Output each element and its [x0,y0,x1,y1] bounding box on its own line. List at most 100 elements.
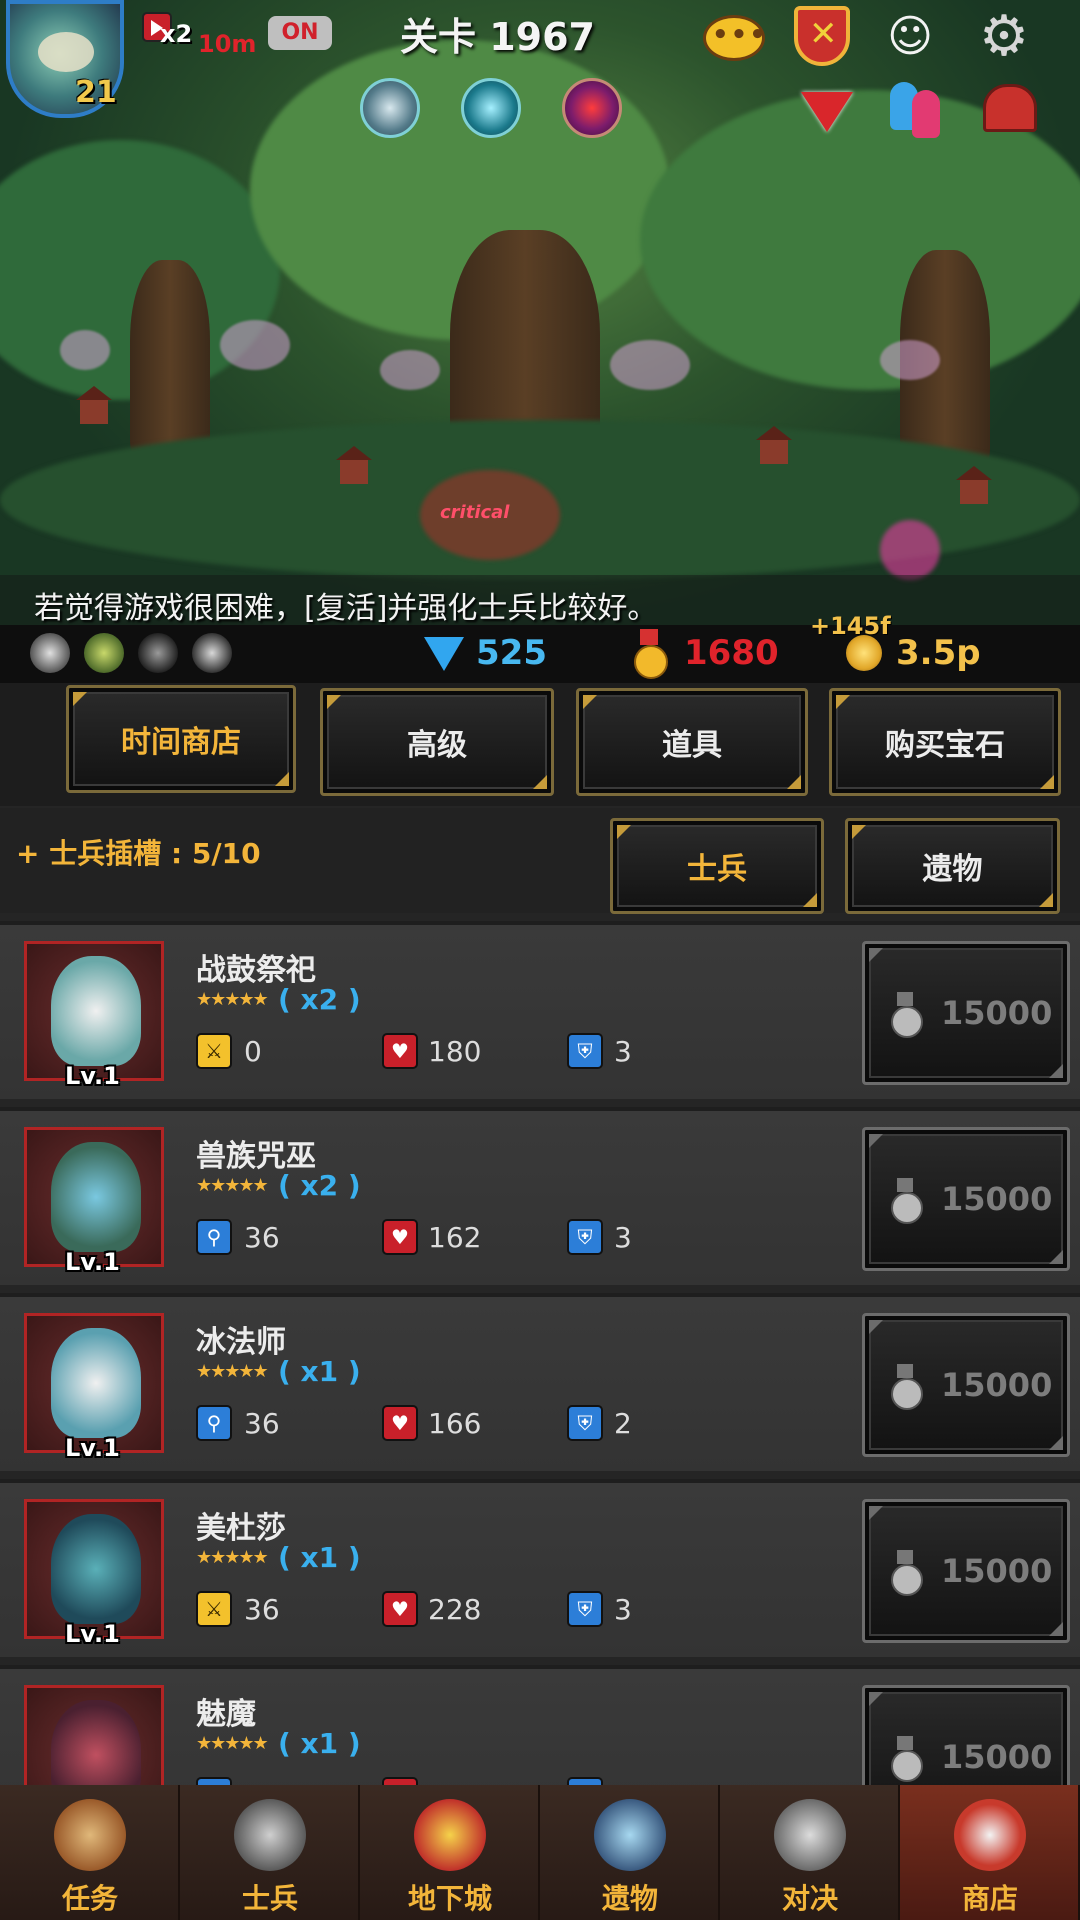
mailbox-icon[interactable] [978,76,1042,140]
heart-icon: ♥ [382,1777,418,1785]
medal-icon [889,1550,923,1596]
sword-attack-icon: ⚔ [196,1033,232,1069]
party-hero-icon[interactable] [138,633,178,673]
unit-price: 15000 [941,1180,1053,1218]
buy-unit-button[interactable]: 15000 [862,1313,1070,1457]
buy-unit-button[interactable]: 15000 [862,1127,1070,1271]
unit-price: 15000 [941,1738,1053,1776]
unit-price: 15000 [941,1366,1053,1404]
unit-multiplier: ( x2 ) [278,1169,361,1202]
buff-icon-tower[interactable] [360,78,420,138]
tab-soldier[interactable]: 士兵 [610,818,824,914]
unit-avatar[interactable]: Lv.1 [24,941,164,1090]
unit-defense: 3 [614,1035,632,1068]
medal-count: 1680 [684,633,779,673]
nav-label: 地下城 [407,1882,492,1915]
tab-relic[interactable]: 遗物 [845,818,1060,914]
unit-level: Lv.1 [65,1062,120,1090]
tab-items[interactable]: 道具 [576,688,808,796]
tab-buy-gems[interactable]: 购买宝石 [829,688,1061,796]
unit-multiplier: ( x1 ) [278,1727,361,1760]
party-hero-icon[interactable] [30,633,70,673]
unit-price: 15000 [941,1552,1053,1590]
shield-icon: ⛨ [567,1591,603,1627]
heart-icon: ♥ [382,1219,418,1255]
gear-icon[interactable]: ⚙ [972,4,1036,69]
medal-icon [632,629,668,679]
unit-attack: 0 [244,1035,262,1068]
unit-level: Lv.1 [65,1620,120,1648]
angel-icon[interactable]: ☺ [878,4,942,68]
heart-icon: ♥ [382,1591,418,1627]
friends-icon[interactable] [884,78,948,142]
nav-item-shop[interactable]: 商店 [900,1785,1080,1920]
speed-multiplier: x2 [160,20,193,48]
flower [220,320,290,370]
flower [60,330,110,370]
nav-label: 士兵 [241,1882,298,1915]
gold-gain-popup: +145f [810,612,891,640]
nav-item-dungeon[interactable]: 地下城 [360,1785,540,1920]
unit-list[interactable]: Lv.1 战鼓祭祀 ★★★★★( x2 ) ⚔ 0 ♥ 180 ⛨ 3 15000 Lv.1 兽族咒巫… [0,921,1080,1785]
nav-item-relics[interactable]: 遗物 [540,1785,720,1920]
gold-count: 3.5p [896,633,981,673]
orb-ring-icon [594,1799,666,1871]
medal-icon [889,1736,923,1782]
unit-defense: 3 [614,1221,632,1254]
tree-trunk [130,260,210,460]
nav-label: 商店 [961,1882,1018,1915]
party-hero-icon[interactable] [84,633,124,673]
auto-toggle[interactable]: ON [268,16,332,50]
hint-text: 若觉得游戏很困难，[复活]并强化士兵比较好。 [34,591,658,625]
magic-attack-icon: ⚲ [196,1777,232,1785]
unit-multiplier: ( x2 ) [278,983,361,1016]
unit-avatar[interactable]: Lv.1 [24,1313,164,1462]
buff-icon-spirit[interactable] [461,78,521,138]
guild-shield-icon[interactable] [790,4,854,68]
unit-figure [51,1328,141,1438]
unit-hp: 162 [428,1221,482,1254]
unit-figure [51,1514,141,1624]
unit-stars: ★★★★★ [196,1547,269,1568]
village-house [336,446,372,484]
unit-attack: 36 [244,1593,280,1626]
unit-avatar[interactable]: Lv.1 [24,1127,164,1276]
unit-row: Lv.1 冰法师 ★★★★★ ( x1 ) ⚲ 36 ♥ 166 ⛨ 2 15000 [0,1293,1080,1471]
shop-panel: 时间商店 高级 道具 购买宝石 + 士兵插槽 : 5/10 士兵 遗物 Lv.1… [0,683,1080,1785]
unit-avatar[interactable]: Lv.1 [24,1499,164,1648]
village-house [756,426,792,464]
soldier-slots-button[interactable]: + 士兵插槽 : 5/10 [16,832,261,872]
scroll-icon [54,1799,126,1871]
unit-level: Lv.1 [65,1434,120,1462]
buff-icon-fire[interactable] [562,78,622,138]
nav-item-quests[interactable]: 任务 [0,1785,180,1920]
speed-timer: 10m [198,30,257,58]
medal-icon [889,1364,923,1410]
buy-unit-button[interactable]: 15000 [862,1499,1070,1643]
buy-unit-button[interactable]: 15000 [862,941,1070,1085]
nav-item-soldiers[interactable]: 士兵 [180,1785,360,1920]
unit-hp: 180 [428,1035,482,1068]
village-house [76,386,112,424]
nav-label: 对决 [781,1882,838,1915]
buy-unit-button[interactable]: 15000 [862,1685,1070,1785]
shield-icon: ⛨ [567,1219,603,1255]
party-hero-icon[interactable] [192,633,232,673]
flower [880,340,940,380]
tab-premium[interactable]: 高级 [320,688,554,796]
unit-avatar[interactable]: Lv.1 [24,1685,164,1785]
flower [610,340,690,390]
unit-level: Lv.1 [65,1248,120,1276]
shop-stall-icon [954,1799,1026,1871]
nav-item-duel[interactable]: 对决 [720,1785,900,1920]
chat-icon[interactable] [702,6,768,70]
unit-hp: 166 [428,1407,482,1440]
hero-level: 21 [75,75,117,110]
helmet-icon [234,1799,306,1871]
dropdown-arrow-icon[interactable] [795,80,859,144]
monster-flower-icon [414,1799,486,1871]
tab-time-shop[interactable]: 时间商店 [66,685,296,793]
nav-label: 任务 [61,1882,118,1915]
unit-row: Lv.1 战鼓祭祀 ★★★★★( x2 ) ⚔ 0 ♥ 180 ⛨ 3 15000 [0,921,1080,1099]
village-house [956,466,992,504]
